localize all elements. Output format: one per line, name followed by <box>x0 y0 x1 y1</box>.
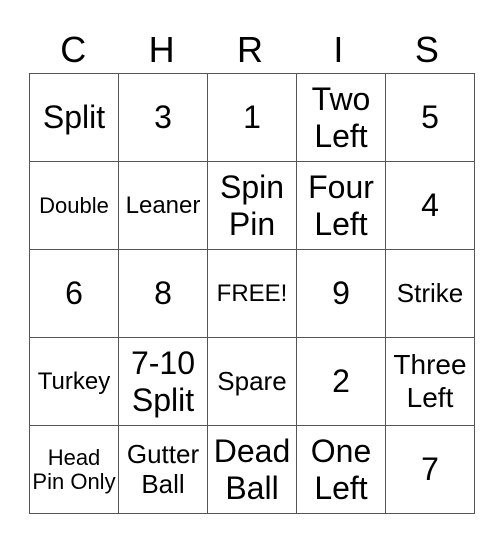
bingo-row: 6 8 FREE! 9 Strike <box>29 249 475 338</box>
bingo-cell[interactable]: Spare <box>207 337 297 426</box>
bingo-cell[interactable]: Leaner <box>118 161 208 250</box>
bingo-cell[interactable]: 8 <box>118 249 208 338</box>
bingo-cell[interactable]: Double <box>29 161 119 250</box>
bingo-cell[interactable]: FREE! <box>207 249 297 338</box>
bingo-row: Split 3 1 Two Left 5 <box>29 73 475 162</box>
bingo-cell[interactable]: 7 <box>385 425 475 514</box>
bingo-cell[interactable]: Dead Ball <box>207 425 297 514</box>
bingo-cell[interactable]: Strike <box>385 249 475 338</box>
bingo-cell[interactable]: 5 <box>385 73 475 162</box>
bingo-row: Double Leaner Spin Pin Four Left 4 <box>29 161 475 250</box>
header-letter: I <box>333 29 344 70</box>
header-letter: S <box>414 29 439 70</box>
bingo-cell[interactable]: Head Pin Only <box>29 425 119 514</box>
bingo-cell[interactable]: 2 <box>296 337 386 426</box>
bingo-cell[interactable]: Four Left <box>296 161 386 250</box>
bingo-grid: Split 3 1 Two Left 5 Double Leaner Spin Pin Four… <box>29 73 475 514</box>
bingo-row: Head Pin Only Gutter Ball Dead Ball One Lef… <box>29 425 475 514</box>
header-letter: C <box>60 29 87 70</box>
bingo-cell[interactable]: Three Left <box>385 337 475 426</box>
bingo-cell[interactable]: Gutter Ball <box>118 425 208 514</box>
bingo-cell[interactable]: 1 <box>207 73 297 162</box>
header-letter: H <box>148 29 175 70</box>
bingo-cell[interactable]: 4 <box>385 161 475 250</box>
bingo-cell[interactable]: 3 <box>118 73 208 162</box>
bingo-cell[interactable]: Split <box>29 73 119 162</box>
bingo-cell[interactable]: 6 <box>29 249 119 338</box>
bingo-cell[interactable]: Spin Pin <box>207 161 297 250</box>
bingo-cell[interactable]: Turkey <box>29 337 119 426</box>
bingo-cell[interactable]: 7-10 Split <box>118 337 208 426</box>
bingo-row: Turkey 7-10 Split Spare 2 Three Left <box>29 337 475 426</box>
bingo-cell[interactable]: Two Left <box>296 73 386 162</box>
bingo-header: C H R I S <box>29 28 471 72</box>
header-letter: R <box>237 29 264 70</box>
bingo-cell[interactable]: One Left <box>296 425 386 514</box>
bingo-cell[interactable]: 9 <box>296 249 386 338</box>
